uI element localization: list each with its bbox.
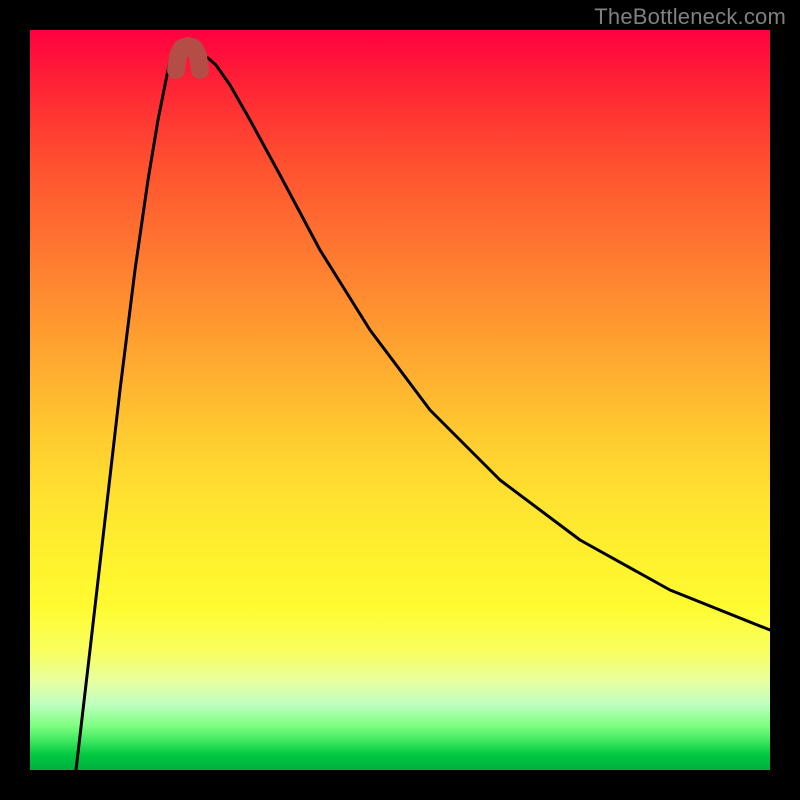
chart-svg	[30, 30, 770, 770]
series-dip-marker	[176, 46, 200, 70]
series-right-branch	[198, 56, 770, 630]
chart-plot-area	[30, 30, 770, 770]
chart-frame: TheBottleneck.com	[0, 0, 800, 800]
series-left-branch	[76, 55, 180, 770]
watermark-text: TheBottleneck.com	[594, 4, 786, 30]
